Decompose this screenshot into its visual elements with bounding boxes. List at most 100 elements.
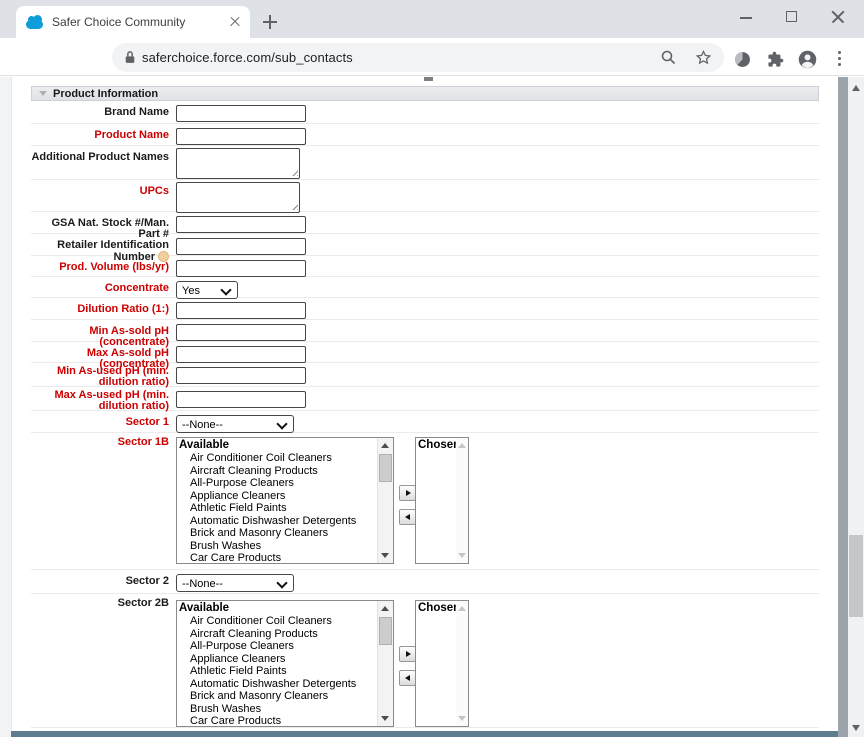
available-option[interactable]: Car Care Products [177, 715, 393, 727]
additional-product-names-textarea[interactable] [176, 148, 300, 179]
max-as-used-ph-input[interactable] [176, 391, 306, 408]
browser-tab[interactable]: Safer Choice Community [16, 6, 250, 38]
sector-1b-chosen-list[interactable]: Chosen [415, 437, 469, 564]
scrollbar-thumb[interactable] [849, 535, 863, 617]
tab-strip: Safer Choice Community [0, 0, 864, 38]
window-minimize-icon[interactable] [740, 17, 752, 19]
available-option[interactable]: Air Conditioner Coil Cleaners [177, 452, 393, 465]
sector-2-select[interactable]: --None-- [176, 574, 294, 592]
list-scrollbar[interactable] [377, 601, 393, 726]
add-option-button[interactable] [399, 646, 416, 662]
available-option[interactable]: All-Purpose Cleaners [177, 640, 393, 653]
new-tab-icon[interactable] [263, 15, 277, 29]
retailer-identification-number-input[interactable] [176, 238, 306, 255]
browser-scrollbar[interactable] [848, 77, 864, 737]
right-arrow-icon [406, 651, 411, 657]
product-name-input[interactable] [176, 128, 306, 145]
available-option[interactable]: Aircraft Cleaning Products [177, 628, 393, 641]
extensions-puzzle-icon[interactable] [767, 51, 784, 68]
form-row-brand-name: Brand Name [31, 101, 819, 124]
sector-2b-chosen-list[interactable]: Chosen [415, 600, 469, 727]
list-scrollbar[interactable] [456, 438, 468, 563]
list-scrollbar-thumb[interactable] [379, 454, 392, 482]
list-scrollbar[interactable] [377, 438, 393, 563]
browser-window: { "browser": { "tab_title": "Safer Choic… [0, 0, 864, 737]
available-option[interactable]: Athletic Field Paints [177, 665, 393, 678]
remove-option-button[interactable] [399, 670, 416, 686]
available-options: Air Conditioner Coil CleanersAircraft Cl… [177, 452, 393, 564]
field-label: Sector 2B [31, 594, 169, 609]
max-as-sold-ph-input[interactable] [176, 346, 306, 363]
form-row-sector-2b: Sector 2B Available Air Conditioner Coil… [31, 594, 819, 728]
left-arrow-icon [405, 514, 410, 520]
concentrate-select[interactable]: Yes [176, 281, 238, 299]
available-option[interactable]: Brush Washes [177, 703, 393, 716]
available-option[interactable]: Appliance Cleaners [177, 653, 393, 666]
scrollbar-down-icon[interactable] [852, 725, 860, 731]
sector-1b-available-list[interactable]: Available Air Conditioner Coil CleanersA… [176, 437, 394, 564]
available-option[interactable]: Athletic Field Paints [177, 502, 393, 515]
section-header-product-information[interactable]: Product Information [31, 86, 819, 101]
available-option[interactable]: Car Care Products [177, 552, 393, 564]
remove-option-button[interactable] [399, 509, 416, 525]
field-label: Brand Name [31, 101, 169, 118]
scroll-down-icon[interactable] [381, 716, 389, 721]
section-title: Product Information [53, 88, 158, 100]
list-scrollbar[interactable] [456, 601, 468, 726]
available-option[interactable]: Automatic Dishwasher Detergents [177, 515, 393, 528]
scroll-up-icon [458, 443, 466, 448]
form-row-min-as-sold-ph: Min As-sold pH (concentrate) [31, 320, 819, 342]
form-row-product-name: Product Name [31, 124, 819, 146]
form-row-sector-2: Sector 2 --None-- [31, 570, 819, 594]
window-maximize-icon[interactable] [786, 11, 797, 22]
prod-volume-input[interactable] [176, 260, 306, 277]
available-option[interactable]: Automatic Dishwasher Detergents [177, 678, 393, 691]
field-label: UPCs [31, 180, 169, 197]
window-close-icon[interactable] [831, 10, 845, 24]
gsa-stock-number-input[interactable] [176, 216, 306, 233]
page-bottom-band [11, 731, 838, 737]
url-text: saferchoice.force.com/sub_contacts [142, 50, 353, 65]
add-option-button[interactable] [399, 485, 416, 501]
available-option[interactable]: Aircraft Cleaning Products [177, 465, 393, 478]
field-label: Dilution Ratio (1:) [31, 298, 169, 315]
available-option[interactable]: Brush Washes [177, 540, 393, 553]
sector-1-select[interactable]: --None-- [176, 415, 294, 433]
chevron-down-icon [276, 418, 287, 429]
upcs-textarea[interactable] [176, 182, 300, 213]
min-as-sold-ph-input[interactable] [176, 324, 306, 341]
form-row-sector-1b: Sector 1B Available Air Conditioner Coil… [31, 433, 819, 570]
twisty-collapse-icon[interactable] [39, 91, 47, 96]
zoom-icon[interactable] [660, 49, 677, 66]
field-label: Sector 1B [31, 433, 169, 448]
extension-circle-icon[interactable] [734, 51, 751, 68]
scrollbar-up-icon[interactable] [852, 85, 860, 91]
available-option[interactable]: Air Conditioner Coil Cleaners [177, 615, 393, 628]
sector-2b-available-list[interactable]: Available Air Conditioner Coil CleanersA… [176, 600, 394, 727]
scroll-down-icon[interactable] [381, 553, 389, 558]
form-row-additional-product-names: Additional Product Names [31, 146, 819, 180]
form-row-prod-volume: Prod. Volume (lbs/yr) [31, 256, 819, 277]
bookmark-star-icon[interactable] [695, 49, 712, 66]
brand-name-input[interactable] [176, 105, 306, 122]
list-scrollbar-thumb[interactable] [379, 617, 392, 645]
lock-icon[interactable] [123, 50, 137, 65]
min-as-used-ph-input[interactable] [176, 367, 306, 384]
dilution-ratio-input[interactable] [176, 302, 306, 319]
scroll-down-icon [458, 716, 466, 721]
tab-close-icon[interactable] [230, 17, 240, 27]
profile-avatar-icon[interactable] [797, 49, 818, 70]
tab-title: Safer Choice Community [52, 15, 230, 29]
address-bar[interactable]: saferchoice.force.com/sub_contacts [112, 43, 724, 72]
left-arrow-icon [405, 675, 410, 681]
browser-menu-icon[interactable] [838, 51, 842, 67]
page-right-strip [838, 77, 848, 737]
available-option[interactable]: All-Purpose Cleaners [177, 477, 393, 490]
available-option[interactable]: Appliance Cleaners [177, 490, 393, 503]
scroll-up-icon[interactable] [381, 606, 389, 611]
available-option[interactable]: Brick and Masonry Cleaners [177, 527, 393, 540]
scroll-up-icon[interactable] [381, 443, 389, 448]
chevron-down-icon [220, 284, 231, 295]
available-option[interactable]: Brick and Masonry Cleaners [177, 690, 393, 703]
field-label: Sector 1 [31, 411, 169, 428]
